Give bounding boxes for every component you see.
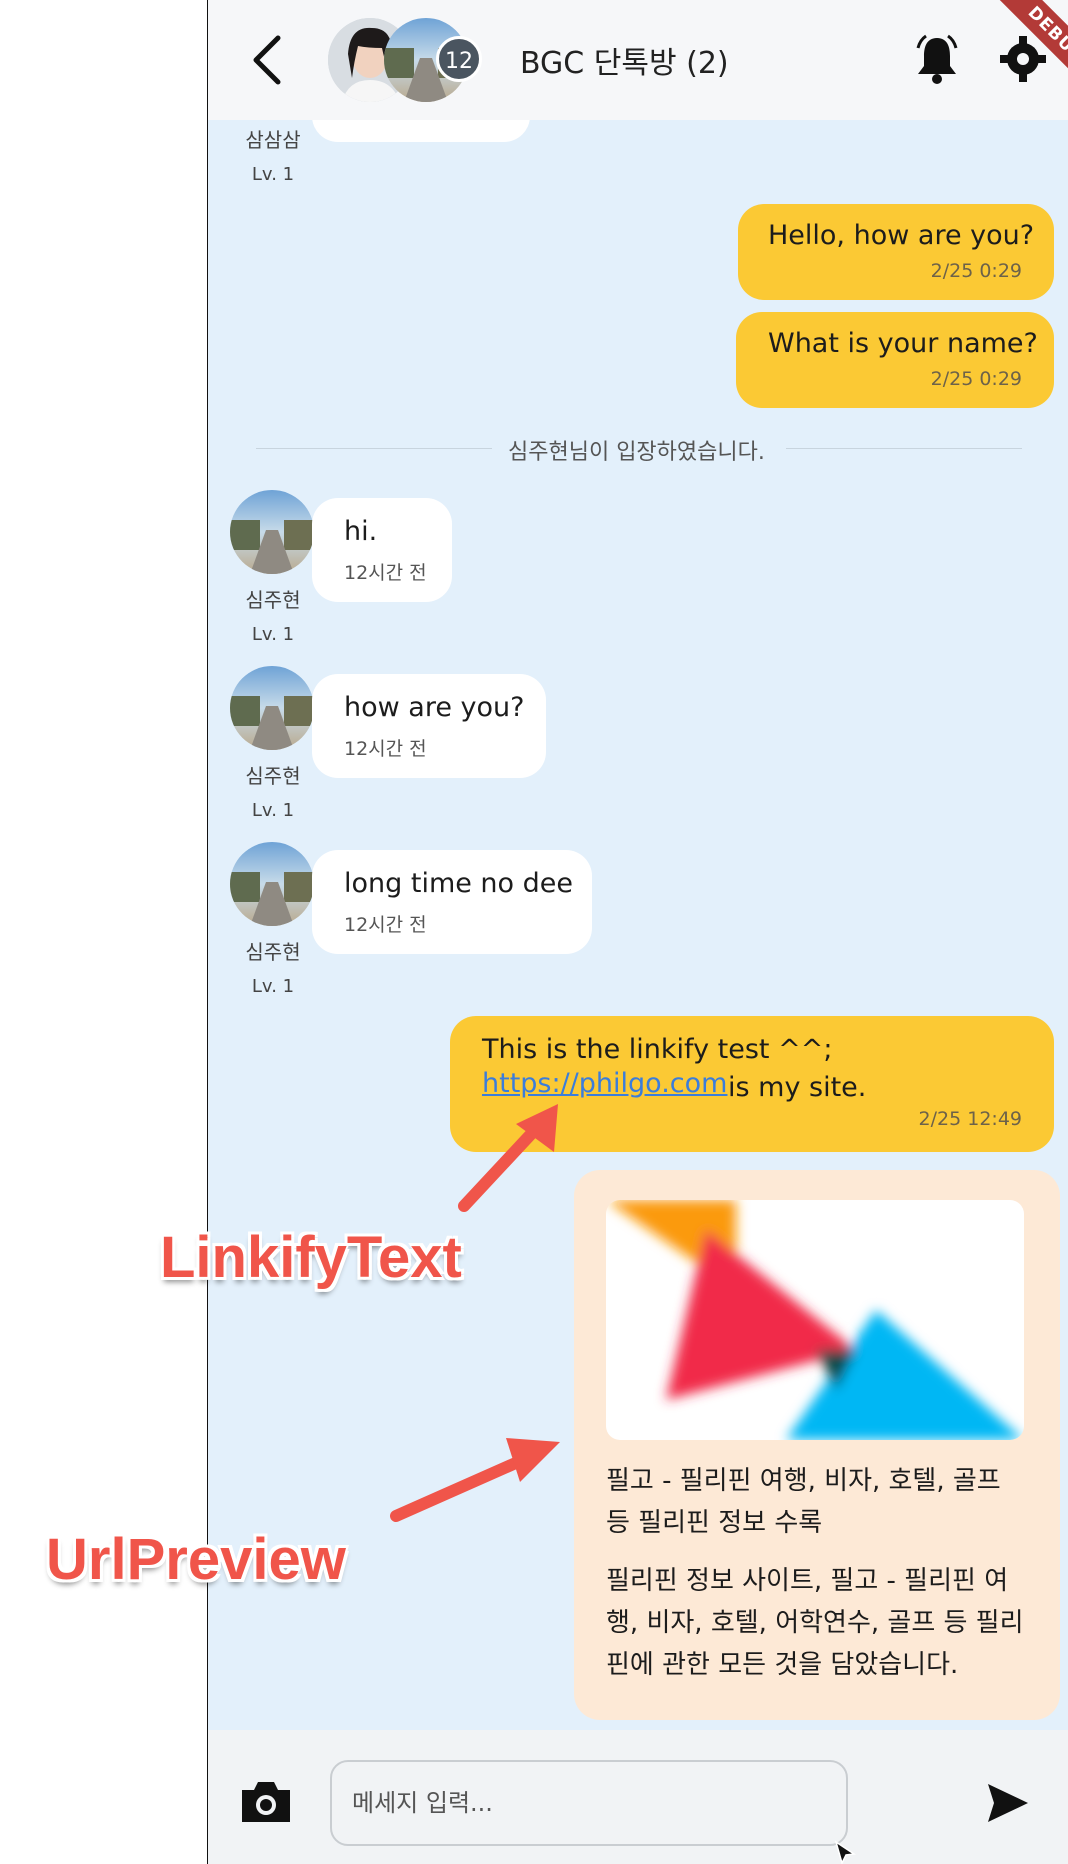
my-message-bubble[interactable]: What is your name? 2/25 0:29: [736, 312, 1054, 408]
system-message: 심주현님이 입장하였습니다.: [508, 440, 765, 465]
sender-level: Lv. 1: [251, 164, 295, 185]
message-input[interactable]: [330, 1760, 848, 1846]
chat-header: 12 BGC 단톡방 (2) DEBUG: [208, 0, 1068, 120]
message-text: What is your name?: [768, 328, 1038, 359]
message-time: 2/25 0:29: [930, 260, 1022, 282]
system-divider-left: [256, 448, 492, 449]
preview-title: 필고 - 필리핀 여행, 비자, 호텔, 골프 등 필리핀 정보 수록: [606, 1466, 1001, 1538]
back-icon[interactable]: [246, 32, 290, 88]
message-time: 2/25 12:49: [918, 1108, 1022, 1130]
preview-annotation: UrlPreview: [46, 1527, 346, 1592]
avatar[interactable]: [230, 666, 314, 750]
send-icon[interactable]: [986, 1782, 1030, 1824]
their-message-bubble[interactable]: how are you? 12시간 전: [312, 674, 546, 778]
message-text: is my site.: [728, 1072, 867, 1103]
avatar[interactable]: [230, 490, 314, 574]
avatar[interactable]: [230, 842, 314, 926]
message-text: Hello, how are you?: [768, 220, 1035, 251]
sender-name: 심주현: [245, 940, 301, 964]
member-count-badge: 12: [436, 36, 482, 82]
message-time: 12시간 전: [344, 562, 427, 584]
my-message-bubble[interactable]: Hello, how are you? 2/25 0:29: [738, 204, 1054, 300]
message-link[interactable]: https://philgo.com: [482, 1068, 727, 1099]
system-divider-right: [786, 448, 1022, 449]
their-message-bubble[interactable]: long time no dee 12시간 전: [312, 850, 592, 954]
sender-name: 심주현: [245, 764, 301, 788]
message-text: long time no dee: [344, 868, 574, 899]
message-time: 2/25 0:29: [930, 368, 1022, 390]
message-input-bar: [208, 1730, 1068, 1864]
sender-level: Lv. 1: [251, 800, 295, 821]
sender-name: 심주현: [245, 588, 301, 612]
their-message-bubble[interactable]: hi. 12시간 전: [312, 498, 452, 602]
preview-description: 필리핀 정보 사이트, 필고 - 필리핀 여행, 비자, 호텔, 어학연수, 골…: [606, 1566, 1024, 1680]
sender-level: Lv. 1: [251, 624, 295, 645]
room-title: BGC 단톡방 (2): [520, 46, 729, 81]
message-text: This is the linkify test ^^;: [482, 1034, 833, 1065]
sender-level: Lv. 1: [251, 976, 295, 997]
linkify-arrow: [458, 1104, 558, 1212]
linkify-annotation: LinkifyText: [160, 1225, 462, 1290]
message-text: how are you?: [344, 692, 525, 723]
message-time: 12시간 전: [344, 914, 427, 936]
camera-icon[interactable]: [238, 1778, 294, 1826]
preview-arrow: [390, 1438, 560, 1522]
preview-image: [606, 1200, 1024, 1440]
sender-name: 삼삼삼: [245, 128, 301, 152]
message-time: 12시간 전: [344, 738, 427, 760]
message-text: hi.: [344, 516, 378, 547]
url-preview-card[interactable]: 필고 - 필리핀 여행, 비자, 호텔, 골프 등 필리핀 정보 수록 필리핀 …: [574, 1170, 1060, 1720]
bell-icon[interactable]: [914, 34, 960, 84]
mouse-cursor-icon: [834, 1840, 857, 1864]
